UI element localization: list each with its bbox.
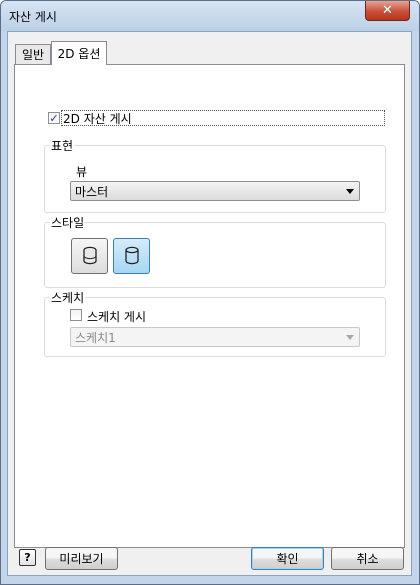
cancel-button-label: 취소 [356,552,379,566]
sketch-group-label: 스케치 [50,289,86,306]
publish-sketch-checkbox[interactable] [70,309,82,321]
view-dropdown-value: 마스터 [75,184,109,199]
publish-2d-label[interactable]: 2D 자산 게시 [63,110,132,127]
preview-button[interactable]: 미리보기 [45,547,118,570]
help-button[interactable]: ? [19,549,36,566]
sketch-dropdown-value: 스케치1 [75,330,116,345]
view-label: 뷰 [76,165,88,179]
cylinder-shaded-icon [82,246,97,265]
close-button[interactable]: ✕ [365,1,410,21]
publish-sketch-label[interactable]: 스케치 게시 [87,308,146,325]
style-group-label: 스타일 [50,214,86,231]
tab-general[interactable]: 일반 [15,44,51,64]
chevron-down-icon [346,335,354,340]
close-icon: ✕ [382,3,393,18]
tab-2d-options-label: 2D 옵션 [57,47,101,61]
tab-general-label: 일반 [21,48,45,62]
window-title: 자산 게시 [9,10,57,24]
cylinder-outline-icon [124,246,139,265]
representation-group [44,145,386,213]
view-dropdown[interactable]: 마스터 [70,181,360,201]
style-outline-button[interactable] [113,238,150,274]
representation-group-label: 표현 [50,137,75,154]
tab-panel-2d-options: ✓ 2D 자산 게시 표현 뷰 마스터 스타일 스케치 스케치 게시 스케치1 [14,64,405,548]
cancel-button[interactable]: 취소 [331,547,404,570]
title-bar: 자산 게시 ✕ [1,1,419,31]
dialog-window: 자산 게시 ✕ 일반 2D 옵션 ✓ 2D 자산 게시 표현 뷰 마스터 스타일… [0,0,420,585]
ok-button-label: 확인 [276,552,299,566]
publish-2d-focus-box: 2D 자산 게시 [61,110,385,126]
help-icon: ? [24,551,31,564]
ok-button[interactable]: 확인 [251,547,324,570]
sketch-dropdown[interactable]: 스케치1 [70,327,360,347]
dialog-client-area: 일반 2D 옵션 ✓ 2D 자산 게시 표현 뷰 마스터 스타일 스케치 스케치… [7,31,412,576]
tab-2d-options[interactable]: 2D 옵션 [51,41,107,65]
style-shaded-button[interactable] [71,238,108,274]
preview-button-label: 미리보기 [59,552,104,566]
publish-2d-checkbox[interactable]: ✓ [48,112,60,124]
chevron-down-icon [346,189,354,194]
